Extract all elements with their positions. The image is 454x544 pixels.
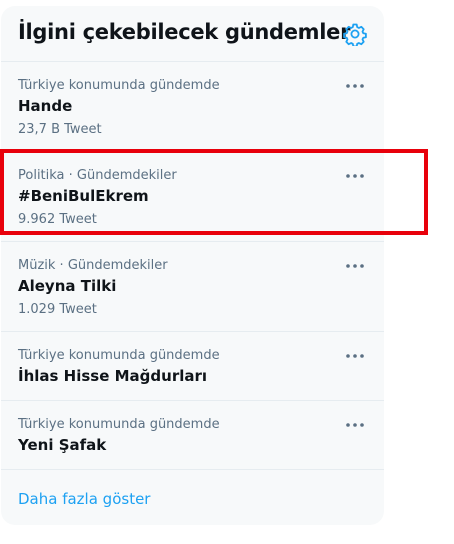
trend-context: Politika · Gündemdekiler — [18, 168, 177, 183]
trend-name: #BeniBulEkrem — [18, 187, 149, 205]
more-dots-icon[interactable] — [344, 77, 366, 95]
trend-tweet-count: 23,7 B Tweet — [18, 122, 102, 137]
trend-context: Müzik · Gündemdekiler — [18, 258, 168, 273]
show-more-link[interactable]: Daha fazla göster — [1, 470, 384, 525]
more-dots-icon[interactable] — [344, 347, 366, 365]
more-dots-icon[interactable] — [344, 167, 366, 185]
trend-name: Aleyna Tilki — [18, 277, 117, 295]
trend-item-hande[interactable]: Türkiye konumunda gündemde Hande 23,7 B … — [1, 62, 384, 152]
trend-tweet-count: 9.962 Tweet — [18, 212, 97, 227]
trend-name: Hande — [18, 97, 73, 115]
trends-panel: İlgini çekebilecek gündemler Türkiye kon… — [1, 6, 384, 525]
more-dots-icon[interactable] — [344, 257, 366, 275]
trend-name: Yeni Şafak — [18, 436, 107, 454]
show-more-label: Daha fazla göster — [18, 490, 151, 508]
trend-item-aleyna-tilki[interactable]: Müzik · Gündemdekiler Aleyna Tilki 1.029… — [1, 242, 384, 332]
trend-name: İhlas Hisse Mağdurları — [18, 367, 208, 385]
trends-title: İlgini çekebilecek gündemler — [18, 20, 351, 44]
trend-context: Türkiye konumunda gündemde — [18, 348, 220, 363]
trend-context: Türkiye konumunda gündemde — [18, 417, 220, 432]
trend-item-yeni-safak[interactable]: Türkiye konumunda gündemde Yeni Şafak — [1, 401, 384, 470]
trend-context: Türkiye konumunda gündemde — [18, 78, 220, 93]
more-dots-icon[interactable] — [344, 416, 366, 434]
trend-item-ihlas[interactable]: Türkiye konumunda gündemde İhlas Hisse M… — [1, 332, 384, 401]
trend-item-benibulekrem[interactable]: Politika · Gündemdekiler #BeniBulEkrem 9… — [1, 152, 384, 242]
gear-icon[interactable] — [343, 22, 367, 48]
trend-tweet-count: 1.029 Tweet — [18, 302, 97, 317]
trends-header: İlgini çekebilecek gündemler — [1, 6, 384, 62]
